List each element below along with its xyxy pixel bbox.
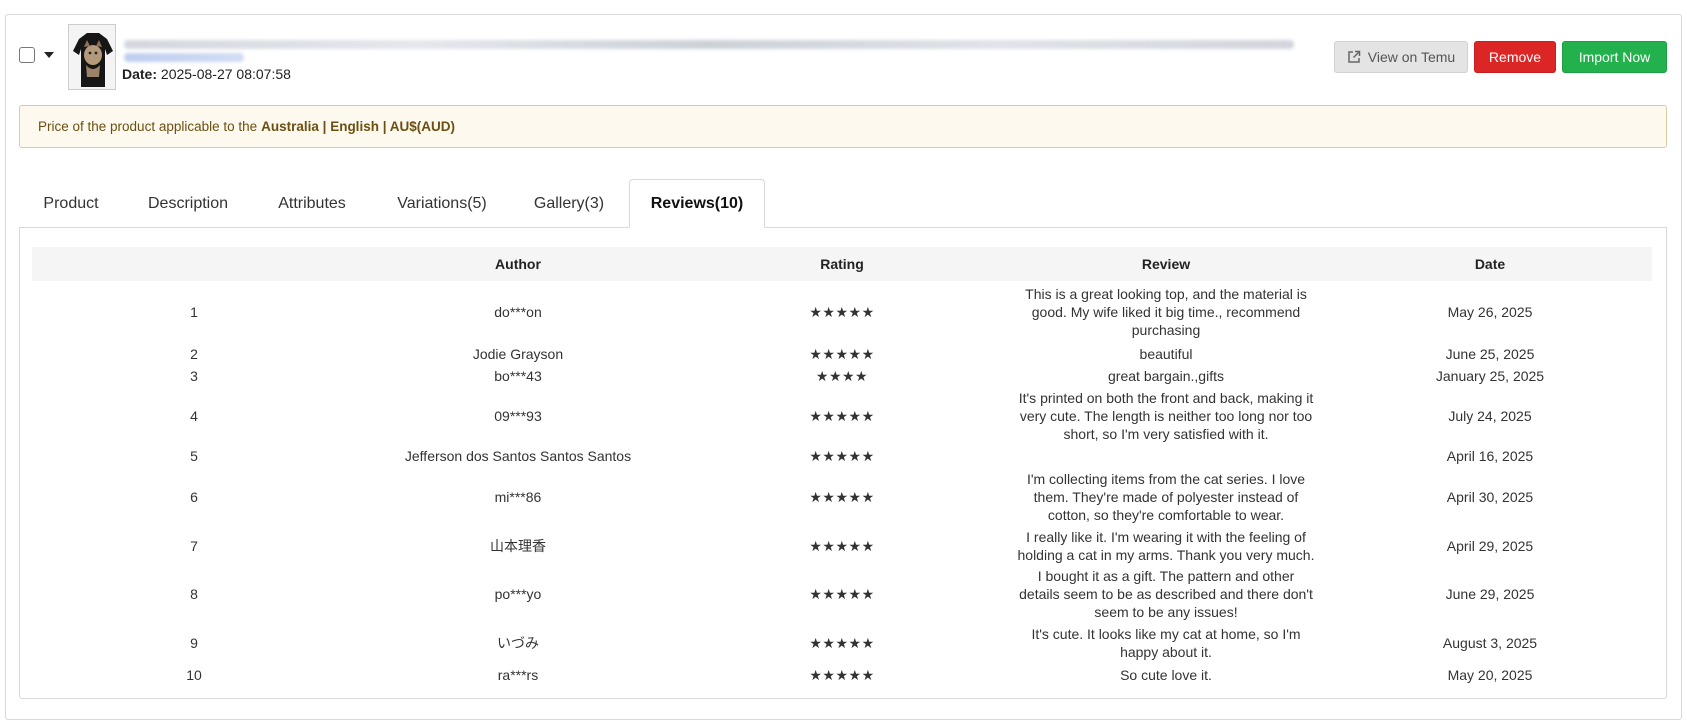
column-header-author: Author xyxy=(356,247,680,281)
table-row: 1 do***on ★★★★★ This is a great looking … xyxy=(32,281,1652,343)
table-row: 5 Jefferson dos Santos Santos Santos ★★★… xyxy=(32,445,1652,467)
review-rating: ★★★★★ xyxy=(809,408,875,424)
blurred-link xyxy=(124,53,244,62)
column-header-index xyxy=(32,247,356,281)
tab-attributes[interactable]: Attributes xyxy=(253,179,371,228)
blurred-title xyxy=(124,40,1294,49)
review-text: It's printed on both the front and back,… xyxy=(1018,390,1314,442)
review-rating: ★★★★★ xyxy=(809,448,875,464)
review-date: June 29, 2025 xyxy=(1445,586,1535,602)
review-text: I really like it. I'm wearing it with th… xyxy=(1017,529,1315,563)
tab-reviews[interactable]: Reviews(10) xyxy=(629,179,765,228)
tab-variations[interactable]: Variations(5) xyxy=(377,179,507,228)
caret-down-icon[interactable] xyxy=(44,52,54,58)
review-rating: ★★★★★ xyxy=(809,304,875,320)
review-date: April 29, 2025 xyxy=(1446,538,1534,554)
review-index: 3 xyxy=(190,368,198,384)
table-row: 9 いづみ ★★★★★ It's cute. It looks like my … xyxy=(32,623,1652,663)
review-text: I bought it as a gift. The pattern and o… xyxy=(1019,568,1313,620)
review-date: April 16, 2025 xyxy=(1446,448,1534,464)
table-row: 8 po***yo ★★★★★ I bought it as a gift. T… xyxy=(32,565,1652,623)
review-rating: ★★★★★ xyxy=(809,635,875,651)
external-link-icon xyxy=(1347,50,1361,64)
review-author: do***on xyxy=(494,304,542,320)
review-author: bo***43 xyxy=(494,368,542,384)
review-index: 8 xyxy=(190,586,198,602)
review-rating: ★★★★ xyxy=(815,368,869,384)
tab-description[interactable]: Description xyxy=(126,179,250,228)
table-row: 6 mi***86 ★★★★★ I'm collecting items fro… xyxy=(32,467,1652,527)
review-text: beautiful xyxy=(1139,346,1193,362)
review-index: 10 xyxy=(186,667,202,683)
review-author: po***yo xyxy=(494,586,542,602)
review-text: So cute love it. xyxy=(1120,667,1212,683)
review-text: This is a great looking top, and the mat… xyxy=(1025,286,1307,338)
review-text: great bargain.,gifts xyxy=(1108,368,1224,384)
column-header-date: Date xyxy=(1328,247,1652,281)
table-header-row: Author Rating Review Date xyxy=(32,247,1652,281)
review-index: 4 xyxy=(190,408,198,424)
product-thumbnail xyxy=(68,24,116,90)
price-region-notice: Price of the product applicable to the Au… xyxy=(19,105,1667,148)
reviews-panel: Author Rating Review Date 1 do***on ★★★★… xyxy=(19,227,1667,699)
review-rating: ★★★★★ xyxy=(809,489,875,505)
review-rating: ★★★★★ xyxy=(809,346,875,362)
review-text: I'm collecting items from the cat series… xyxy=(1026,471,1306,523)
reviews-table: Author Rating Review Date 1 do***on ★★★★… xyxy=(32,247,1652,687)
view-on-temu-button[interactable]: View on Temu xyxy=(1334,41,1468,73)
table-row: 4 09***93 ★★★★★ It's printed on both the… xyxy=(32,387,1652,445)
review-author: 山本理香 xyxy=(490,538,546,554)
tab-product[interactable]: Product xyxy=(19,179,123,228)
review-index: 6 xyxy=(190,489,198,505)
review-index: 2 xyxy=(190,346,198,362)
table-row: 10 ra***rs ★★★★★ So cute love it. May 20… xyxy=(32,663,1652,687)
review-author: いづみ xyxy=(497,635,539,651)
column-header-rating: Rating xyxy=(680,247,1004,281)
review-rating: ★★★★★ xyxy=(809,667,875,683)
review-rating: ★★★★★ xyxy=(809,538,875,554)
review-date: January 25, 2025 xyxy=(1435,368,1545,384)
review-date: July 24, 2025 xyxy=(1448,408,1532,424)
import-now-button[interactable]: Import Now xyxy=(1562,41,1667,73)
table-row: 3 bo***43 ★★★★ great bargain.,gifts Janu… xyxy=(32,365,1652,387)
table-row: 7 山本理香 ★★★★★ I really like it. I'm weari… xyxy=(32,527,1652,565)
review-index: 5 xyxy=(190,448,198,464)
review-text xyxy=(1004,445,1328,467)
review-date: August 3, 2025 xyxy=(1442,635,1538,651)
review-index: 1 xyxy=(190,304,198,320)
review-date: May 20, 2025 xyxy=(1447,667,1533,683)
column-header-review: Review xyxy=(1004,247,1328,281)
tab-gallery[interactable]: Gallery(3) xyxy=(513,179,625,228)
review-author: mi***86 xyxy=(494,489,542,505)
review-rating: ★★★★★ xyxy=(809,586,875,602)
import-date: Date: 2025-08-27 08:07:58 xyxy=(122,66,291,82)
select-checkbox[interactable] xyxy=(19,47,35,63)
review-author: Jefferson dos Santos Santos Santos xyxy=(404,448,632,464)
review-date: June 25, 2025 xyxy=(1445,346,1535,362)
review-author: Jodie Grayson xyxy=(472,346,564,362)
product-image-icon xyxy=(69,25,115,89)
review-text: It's cute. It looks like my cat at home,… xyxy=(1031,626,1301,660)
review-author: ra***rs xyxy=(497,667,539,683)
review-author: 09***93 xyxy=(494,408,542,424)
review-date: April 30, 2025 xyxy=(1446,489,1534,505)
table-row: 2 Jodie Grayson ★★★★★ beautiful June 25,… xyxy=(32,343,1652,365)
review-index: 7 xyxy=(190,538,198,554)
remove-button[interactable]: Remove xyxy=(1474,41,1556,73)
review-index: 9 xyxy=(190,635,198,651)
review-date: May 26, 2025 xyxy=(1447,304,1533,320)
